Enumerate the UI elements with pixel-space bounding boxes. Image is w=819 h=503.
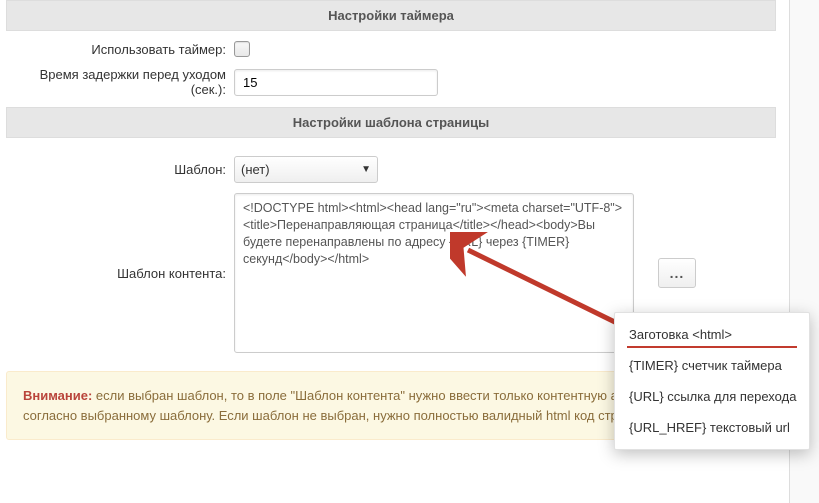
snippet-dropdown: Заготовка <html> {TIMER} счетчик таймера…	[614, 312, 810, 450]
content-template-label: Шаблон контента:	[6, 266, 234, 281]
section-header-timer: Настройки таймера	[6, 0, 776, 31]
warning-alert-strong: Внимание:	[23, 388, 92, 403]
dropdown-item-html-template[interactable]: Заготовка <html>	[615, 319, 809, 350]
chevron-down-icon: ▼	[361, 164, 371, 175]
template-select[interactable]: (нет) ▼	[234, 156, 378, 183]
delay-input[interactable]	[234, 69, 438, 96]
use-timer-checkbox[interactable]	[234, 41, 250, 57]
section-header-template: Настройки шаблона страницы	[6, 107, 776, 138]
template-label: Шаблон:	[6, 162, 234, 177]
delay-label: Время задержки перед уходом (сек.):	[6, 67, 234, 97]
template-select-value: (нет)	[241, 162, 270, 177]
use-timer-label: Использовать таймер:	[6, 42, 234, 57]
dropdown-item-timer[interactable]: {TIMER} счетчик таймера	[615, 350, 809, 381]
dropdown-item-url[interactable]: {URL} ссылка для перехода	[615, 381, 809, 412]
content-template-textarea[interactable]: <!DOCTYPE html><html><head lang="ru"><me…	[234, 193, 634, 353]
insert-snippet-button[interactable]: ...	[658, 258, 696, 288]
dropdown-item-url-href[interactable]: {URL_HREF} текстовый url	[615, 412, 809, 443]
